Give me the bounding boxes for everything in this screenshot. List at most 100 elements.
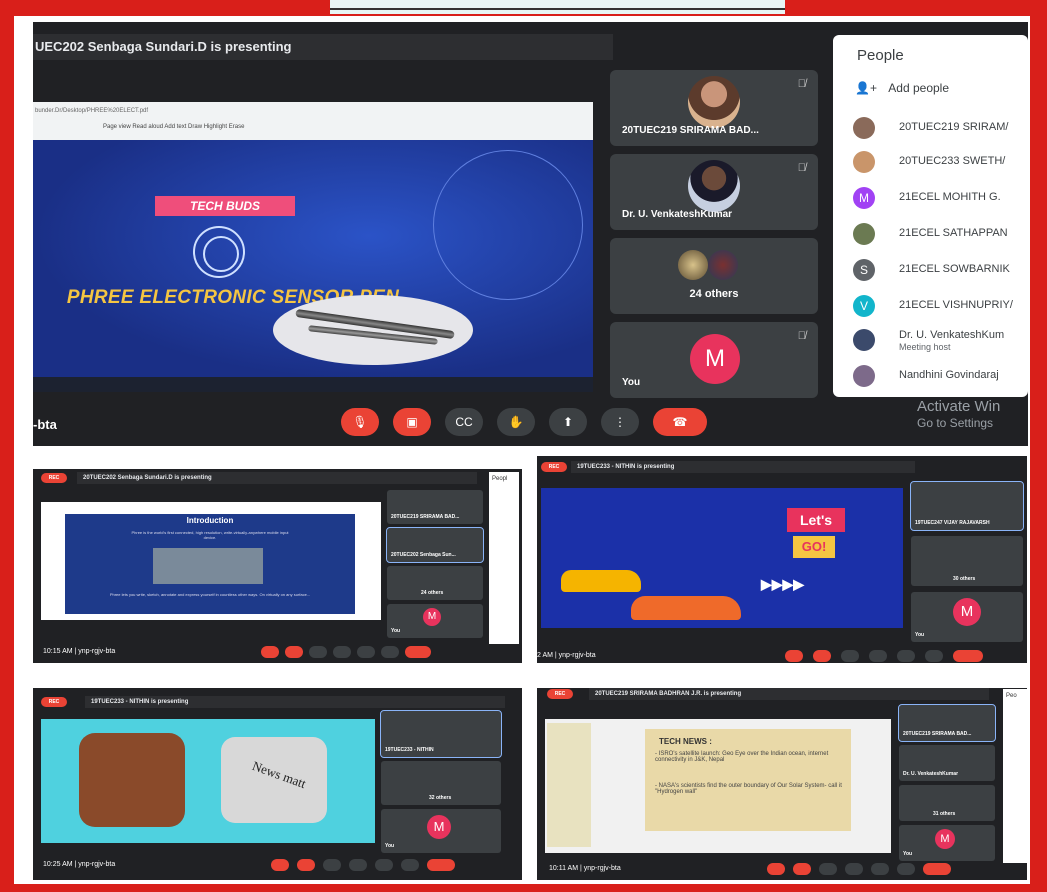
people-panel: Peopl (489, 472, 519, 644)
person-name: 20TUEC233 SWETH/ (899, 155, 1006, 167)
newspaper-image: News matt (221, 737, 327, 823)
people-title: Peopl (492, 476, 508, 482)
participant-name: You (391, 628, 401, 634)
participant-name: 20TUEC219 SRIRAMA BAD... (622, 125, 759, 136)
people-list-item[interactable]: Nandhini Govindaraj (853, 365, 1028, 393)
browser-chrome (537, 675, 1027, 688)
end-call-button[interactable] (427, 859, 455, 871)
people-list-item[interactable]: Dr. U. VenkateshKum Meeting host (853, 329, 1028, 357)
camera-toggle-button[interactable] (793, 863, 811, 875)
camera-off-icon: ▣ (406, 415, 418, 429)
participant-tile[interactable]: 🎙̸ 20TUEC219 SRIRAMA BAD... (610, 70, 818, 146)
brick-wall-image (79, 733, 185, 827)
present-button[interactable] (871, 863, 889, 875)
avatar: S (853, 259, 875, 281)
participant-tile-self[interactable]: M You (911, 592, 1023, 642)
people-list-item[interactable]: 21ECEL SATHAPPAN (853, 223, 1028, 251)
raise-hand-button[interactable] (333, 646, 351, 658)
rec-badge: REC (41, 697, 67, 707)
participant-tile[interactable]: Dr. U. VenkateshKumar (899, 745, 995, 781)
mic-toggle-button[interactable] (261, 646, 279, 658)
avatar: M (690, 334, 740, 384)
pdf-url: bunder.Dr/Desktop/PHREE%20ELECT.pdf (35, 108, 149, 114)
captions-button[interactable] (819, 863, 837, 875)
meet-screenshot-d: REC 20TUEC219 SRIRAMA BADHRAN J.R. is pr… (537, 675, 1027, 880)
avatar: M (853, 187, 875, 209)
participant-tile-others[interactable]: 31 others (899, 785, 995, 821)
people-list-item[interactable]: S 21ECEL SOWBARNIK (853, 259, 1028, 287)
tech-buds-badge: TECH BUDS (155, 196, 295, 216)
mic-toggle-button[interactable] (785, 650, 803, 662)
end-call-button[interactable] (953, 650, 983, 662)
participant-tile[interactable]: 20TUEC219 SRIRAMA BAD... (898, 704, 996, 742)
avatar (688, 76, 740, 128)
camera-toggle-button[interactable] (813, 650, 831, 662)
add-people-button[interactable]: 👤+ Add people (855, 81, 949, 95)
participant-tile[interactable]: 19TUEC247 VIJAY RAJAVARSH (910, 481, 1024, 531)
participant-tile-others[interactable]: 24 others (610, 238, 818, 314)
shared-slide: Introduction Phree is the world's first … (41, 502, 381, 620)
mic-toggle-button[interactable] (271, 859, 289, 871)
raise-hand-button[interactable] (869, 650, 887, 662)
person-name: 21ECEL SATHAPPAN (899, 227, 1008, 239)
person-name: Nandhini Govindaraj (899, 369, 999, 381)
shared-slide: TECH NEWS : - ISRO's satellite launch: G… (545, 719, 891, 853)
meet-screenshot-c: REC 19TUEC233 - NITHIN is presenting New… (33, 675, 522, 880)
end-call-button[interactable] (405, 646, 431, 658)
participant-tile-self[interactable]: M You (381, 809, 501, 853)
avatar (853, 365, 875, 387)
more-options-button[interactable] (897, 863, 915, 875)
arrows-icon: ▶▶▶▶ (761, 576, 805, 592)
participant-tile-self[interactable]: M You (899, 825, 995, 861)
participant-tile[interactable]: 20TUEC202 Senbaga Sun... (386, 527, 484, 563)
participant-tile[interactable]: 19TUEC233 - NITHIN (380, 710, 502, 758)
participant-tile-others[interactable]: 24 others (387, 566, 483, 600)
people-list-item[interactable]: M 21ECEL MOHITH G. (853, 187, 1028, 215)
slide-title: Introduction (186, 516, 234, 525)
more-options-button[interactable] (401, 859, 419, 871)
people-list-item[interactable]: 20TUEC219 SRIRAM/ (853, 117, 1028, 145)
mic-toggle-button[interactable] (767, 863, 785, 875)
captions-button[interactable] (841, 650, 859, 662)
slide: TECH NEWS : - ISRO's satellite launch: G… (645, 729, 851, 831)
more-options-button[interactable]: ⋮ (601, 408, 639, 436)
participant-name: Dr. U. VenkateshKumar (622, 209, 733, 220)
camera-toggle-button[interactable] (297, 859, 315, 871)
participant-tile[interactable]: 20TUEC219 SRIRAMA BAD... (387, 490, 483, 524)
present-button[interactable] (375, 859, 393, 871)
main-meet-screenshot: UEC202 Senbaga Sundari.D is presenting b… (33, 22, 1028, 446)
presenting-banner: 19TUEC233 - NITHIN is presenting (85, 696, 505, 708)
people-list-item[interactable]: V 21ECEL VISHNUPRIY/ (853, 295, 1028, 323)
raise-hand-button[interactable] (349, 859, 367, 871)
mic-off-icon: 🎙̸ (797, 78, 806, 90)
raise-hand-button[interactable] (845, 863, 863, 875)
browser-chrome (33, 456, 522, 469)
participant-name: 20TUEC219 SRIRAMA BAD... (391, 514, 460, 520)
camera-toggle-button[interactable] (285, 646, 303, 658)
participant-tile-self[interactable]: 🎙̸ M You (610, 322, 818, 398)
present-button[interactable] (357, 646, 375, 658)
rec-badge: REC (547, 689, 573, 699)
more-options-button[interactable] (381, 646, 399, 658)
slide-thumbnails (547, 723, 591, 847)
mic-toggle-button[interactable]: 🎙 (341, 408, 379, 436)
participant-tile-self[interactable]: M You (387, 604, 483, 638)
end-call-button[interactable] (923, 863, 951, 875)
participant-name: Dr. U. VenkateshKumar (903, 771, 959, 777)
end-call-button[interactable]: ☎ (653, 408, 707, 436)
present-button[interactable] (897, 650, 915, 662)
captions-button[interactable] (309, 646, 327, 658)
people-list-item[interactable]: 20TUEC233 SWETH/ (853, 151, 1028, 179)
participant-tile-others[interactable]: 30 others (911, 536, 1023, 586)
participant-tile[interactable]: 🎙̸ Dr. U. VenkateshKumar (610, 154, 818, 230)
captions-button[interactable] (323, 859, 341, 871)
camera-toggle-button[interactable]: ▣ (393, 408, 431, 436)
present-button[interactable]: ⬆ (549, 408, 587, 436)
raise-hand-button[interactable]: ✋ (497, 408, 535, 436)
meet-screenshot-b: REC 19TUEC233 - NITHIN is presenting Let… (537, 456, 1027, 663)
avatar: M (423, 608, 441, 626)
captions-button[interactable]: CC (445, 408, 483, 436)
participant-name: You (915, 632, 925, 638)
participant-tile-others[interactable]: 32 others (381, 761, 501, 805)
more-options-button[interactable] (925, 650, 943, 662)
